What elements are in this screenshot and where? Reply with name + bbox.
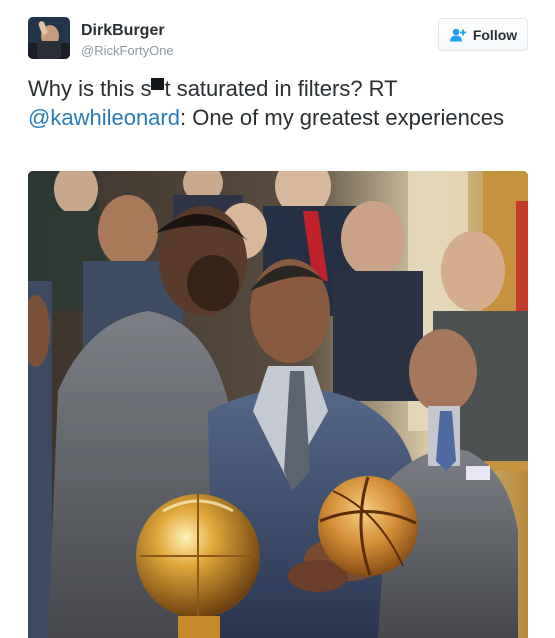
display-name[interactable]: DirkBurger bbox=[81, 21, 165, 41]
tweet-photo[interactable] bbox=[28, 171, 528, 638]
mention-link[interactable]: @kawhileonard bbox=[28, 105, 180, 130]
add-user-icon bbox=[449, 28, 466, 41]
follow-label: Follow bbox=[472, 26, 518, 43]
follow-button[interactable]: Follow bbox=[438, 18, 528, 51]
tweet-text-part: : One of my greatest experiences bbox=[179, 105, 505, 130]
tweet-text: Why is this st saturated in filters? RT … bbox=[28, 74, 528, 132]
censor-mark bbox=[151, 78, 165, 90]
user-handle[interactable]: @RickFortyOne bbox=[81, 43, 174, 59]
tweet-card: DirkBurger @RickFortyOne Follow Why is t… bbox=[0, 0, 555, 638]
user-avatar[interactable] bbox=[28, 17, 70, 59]
tweet-text-part: Why is this s bbox=[28, 76, 152, 101]
tweet-text-part: t saturated in filters? RT bbox=[164, 76, 398, 101]
